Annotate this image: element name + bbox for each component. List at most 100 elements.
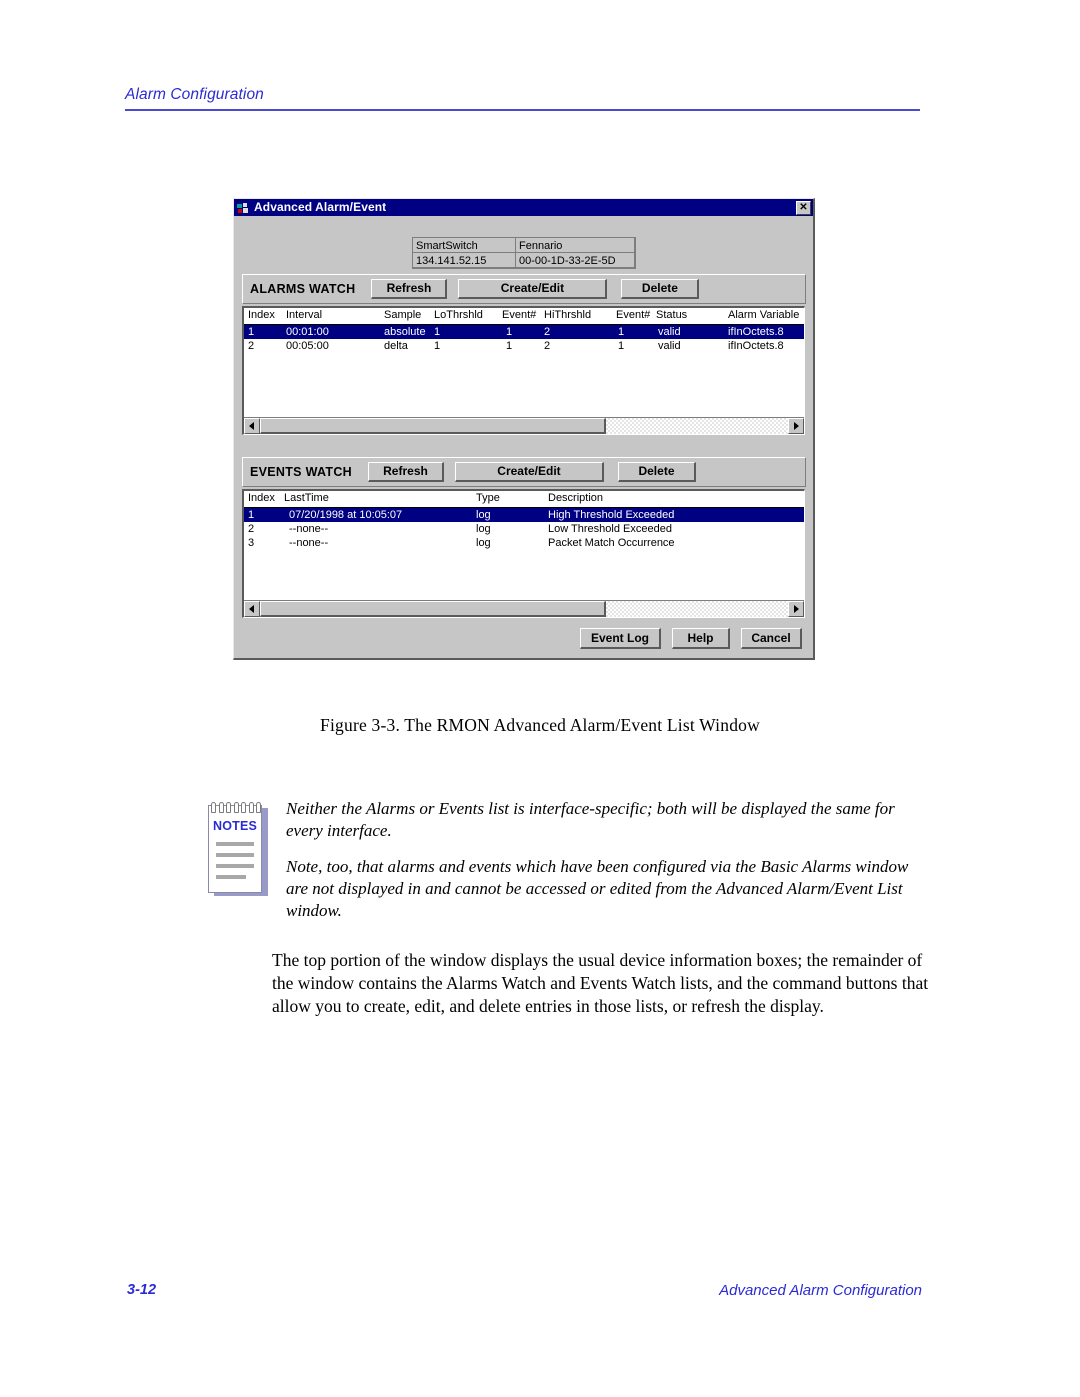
dialog-action-bar: Event Log Help Cancel: [234, 618, 813, 658]
event-description: Low Threshold Exceeded: [548, 523, 672, 535]
device-info-boxes: SmartSwitch Fennario 134.141.52.15 00-00…: [412, 237, 636, 269]
page-header: Alarm Configuration: [125, 86, 925, 111]
event-lasttime: 07/20/1998 at 10:05:07: [289, 509, 403, 521]
event-description: Packet Match Occurrence: [548, 537, 675, 549]
dialog-titlebar[interactable]: Advanced Alarm/Event ✕: [234, 199, 813, 216]
alarms-list[interactable]: Index Interval Sample LoThrshld Event# H…: [242, 306, 805, 435]
dialog-title: Advanced Alarm/Event: [254, 200, 387, 214]
events-horizontal-scrollbar[interactable]: [244, 600, 804, 617]
alarm-hithrshld: 2: [544, 326, 551, 338]
alarms-col-interval: Interval: [286, 309, 323, 321]
device-ip-field: 134.141.52.15: [412, 252, 516, 268]
alarm-variable: ifInOctets.8: [728, 340, 784, 352]
alarms-col-variable: Alarm Variable: [728, 309, 800, 321]
alarms-col-sample: Sample: [384, 309, 422, 321]
events-watch-group: EVENTS WATCH Refresh Create/Edit Delete: [242, 457, 806, 487]
alarms-scroll-thumb[interactable]: [260, 418, 606, 434]
device-mac-field: 00-00-1D-33-2E-5D: [515, 252, 635, 268]
events-col-description: Description: [548, 492, 604, 504]
close-icon[interactable]: ✕: [796, 200, 811, 215]
alarms-col-status: Status: [656, 309, 688, 321]
alarm-index: 1: [248, 326, 255, 338]
device-info-row-2: 134.141.52.15 00-00-1D-33-2E-5D: [412, 252, 635, 268]
device-name-field: SmartSwitch: [412, 237, 516, 253]
alarm-hithrshld: 2: [544, 340, 551, 352]
table-row[interactable]: 1 07/20/1998 at 10:05:07 log High Thresh…: [244, 508, 804, 522]
notepad-lines: [216, 842, 254, 886]
event-lasttime: --none--: [289, 537, 329, 549]
alarm-status: valid: [658, 326, 681, 338]
page-header-rule: [125, 109, 920, 111]
event-description: High Threshold Exceeded: [548, 509, 675, 521]
alarm-interval: 00:01:00: [286, 326, 329, 338]
alarm-lo-event: 1: [506, 326, 513, 338]
page-number: 3-12: [127, 1282, 157, 1298]
events-scroll-thumb[interactable]: [260, 601, 606, 617]
page-header-title: Alarm Configuration: [125, 86, 264, 103]
event-type: log: [476, 509, 491, 521]
table-row[interactable]: 2 00:05:00 delta 1 1 2 1 valid ifInOctet…: [244, 339, 804, 353]
alarms-col-hithrshld: HiThrshld: [544, 309, 592, 321]
alarms-list-body: 1 00:01:00 absolute 1 1 2 1 valid ifInOc…: [244, 325, 804, 417]
application-icon: [237, 201, 250, 214]
events-delete-button[interactable]: Delete: [617, 462, 696, 482]
event-index: 2: [248, 523, 255, 535]
device-info-area: SmartSwitch Fennario 134.141.52.15 00-00…: [234, 216, 813, 274]
alarms-horizontal-scrollbar[interactable]: [244, 417, 804, 434]
alarms-col-index: Index: [248, 309, 275, 321]
scroll-right-icon[interactable]: [788, 601, 804, 617]
notes-text: Neither the Alarms or Events list is int…: [286, 798, 928, 922]
alarm-status: valid: [658, 340, 681, 352]
event-index: 1: [248, 509, 255, 521]
footer-section-title: Advanced Alarm Configuration: [719, 1282, 922, 1299]
events-list-body: 1 07/20/1998 at 10:05:07 log High Thresh…: [244, 508, 804, 600]
alarm-hi-event: 1: [618, 340, 625, 352]
notes-badge-label: NOTES: [212, 819, 258, 833]
cancel-button[interactable]: Cancel: [741, 627, 802, 649]
events-refresh-button[interactable]: Refresh: [367, 462, 444, 482]
alarms-col-hi-event: Event#: [616, 309, 651, 321]
events-list-header: Index LastTime Type Description: [244, 491, 804, 508]
event-type: log: [476, 523, 491, 535]
notes-paragraph-1: Neither the Alarms or Events list is int…: [286, 799, 895, 840]
alarm-variable: ifInOctets.8: [728, 326, 784, 338]
events-col-lasttime: LastTime: [284, 492, 329, 504]
alarm-lo-event: 1: [506, 340, 513, 352]
alarms-watch-title: ALARMS WATCH: [250, 282, 356, 296]
alarm-hi-event: 1: [618, 326, 625, 338]
alarms-delete-button[interactable]: Delete: [621, 279, 700, 299]
scroll-left-icon[interactable]: [244, 601, 260, 617]
figure-caption: Figure 3-3. The RMON Advanced Alarm/Even…: [320, 715, 760, 735]
alarm-sample: delta: [384, 340, 408, 352]
alarms-col-lo-event: Event#: [502, 309, 537, 321]
events-list[interactable]: Index LastTime Type Description 1 07/20/…: [242, 489, 805, 618]
event-index: 3: [248, 537, 255, 549]
device-info-row-1: SmartSwitch Fennario: [412, 237, 635, 253]
alarms-create-edit-button[interactable]: Create/Edit: [458, 279, 608, 299]
events-col-type: Type: [476, 492, 500, 504]
alarm-lothrshld: 1: [434, 340, 441, 352]
alarms-watch-group: ALARMS WATCH Refresh Create/Edit Delete: [242, 274, 806, 304]
alarms-list-header: Index Interval Sample LoThrshld Event# H…: [244, 308, 804, 325]
alarms-watch-toolbar: ALARMS WATCH Refresh Create/Edit Delete: [243, 275, 805, 303]
event-log-button[interactable]: Event Log: [580, 627, 661, 649]
advanced-alarm-event-dialog: Advanced Alarm/Event ✕ SmartSwitch Fenna…: [233, 198, 815, 660]
events-create-edit-button[interactable]: Create/Edit: [454, 462, 604, 482]
body-paragraph: The top portion of the window displays t…: [272, 950, 929, 1016]
help-button[interactable]: Help: [672, 627, 730, 649]
scroll-left-icon[interactable]: [244, 418, 260, 434]
alarm-lothrshld: 1: [434, 326, 441, 338]
alarms-refresh-button[interactable]: Refresh: [371, 279, 448, 299]
table-row[interactable]: 3 --none-- log Packet Match Occurrence: [244, 536, 804, 550]
events-scroll-track[interactable]: [260, 601, 788, 617]
device-contact-field: Fennario: [515, 237, 635, 253]
events-col-index: Index: [248, 492, 275, 504]
events-watch-toolbar: EVENTS WATCH Refresh Create/Edit Delete: [243, 458, 805, 486]
event-lasttime: --none--: [289, 523, 329, 535]
events-watch-title: EVENTS WATCH: [250, 465, 352, 479]
alarm-sample: absolute: [384, 326, 426, 338]
table-row[interactable]: 2 --none-- log Low Threshold Exceeded: [244, 522, 804, 536]
scroll-right-icon[interactable]: [788, 418, 804, 434]
table-row[interactable]: 1 00:01:00 absolute 1 1 2 1 valid ifInOc…: [244, 325, 804, 339]
alarms-scroll-track[interactable]: [260, 418, 788, 434]
